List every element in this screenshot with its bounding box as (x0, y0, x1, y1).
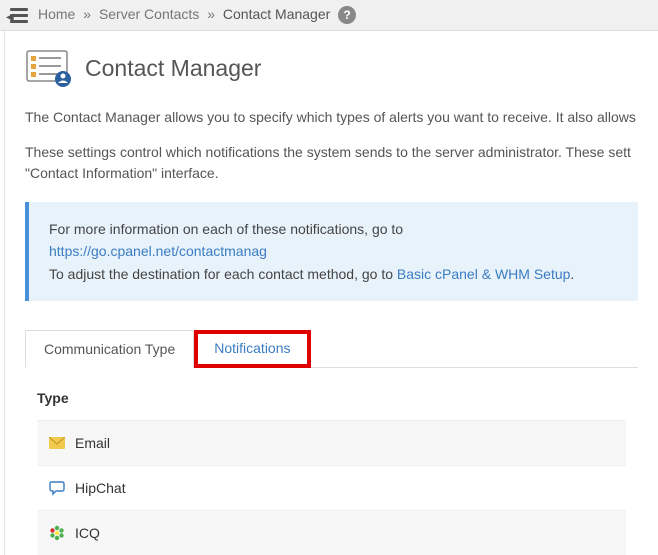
row-label: ICQ (75, 525, 100, 541)
help-icon[interactable]: ? (338, 6, 356, 24)
tab-communication-type[interactable]: Communication Type (25, 330, 194, 368)
page-header: Contact Manager (25, 49, 638, 87)
info-line-2: To adjust the destination for each conta… (49, 263, 618, 285)
communication-type-table: Type Email HipChat (25, 380, 638, 555)
breadcrumb-server-contacts[interactable]: Server Contacts (99, 6, 199, 22)
email-icon (49, 435, 65, 451)
description-text: "Contact Information" interface. (25, 165, 219, 181)
icq-icon (49, 525, 65, 541)
page-title: Contact Manager (85, 55, 261, 82)
table-header-type: Type (37, 380, 626, 420)
description-paragraph-1: The Contact Manager allows you to specif… (25, 107, 638, 128)
info-text: For more information on each of these no… (49, 221, 403, 237)
info-link-basic-setup[interactable]: Basic cPanel & WHM Setup (397, 266, 571, 282)
info-text: . (570, 266, 574, 282)
table-row[interactable]: HipChat (37, 465, 626, 510)
info-line-1: For more information on each of these no… (49, 218, 618, 263)
description-paragraph-2: These settings control which notificatio… (25, 142, 638, 184)
breadcrumb-separator: » (83, 6, 91, 22)
hipchat-icon (49, 480, 65, 496)
breadcrumb-separator: » (207, 6, 215, 22)
table-row[interactable]: ICQ (37, 510, 626, 555)
info-link-docs[interactable]: https://go.cpanel.net/contactmanag (49, 243, 267, 259)
description-text: These settings control which notificatio… (25, 144, 631, 160)
row-label: HipChat (75, 480, 126, 496)
table-row[interactable]: Email (37, 420, 626, 465)
hamburger-menu-icon[interactable]: ◀ (10, 8, 30, 23)
page-content: Contact Manager The Contact Manager allo… (4, 31, 658, 555)
tabs: Communication Type Notifications (25, 329, 638, 368)
breadcrumb-home[interactable]: Home (38, 6, 75, 22)
breadcrumb-current: Contact Manager (223, 6, 330, 22)
info-text: To adjust the destination for each conta… (49, 266, 397, 282)
breadcrumb: Home » Server Contacts » Contact Manager… (38, 6, 356, 24)
row-label: Email (75, 435, 110, 451)
contact-manager-icon (25, 49, 73, 87)
top-bar: ◀ Home » Server Contacts » Contact Manag… (0, 0, 658, 31)
tab-notifications[interactable]: Notifications (194, 330, 310, 368)
info-callout: For more information on each of these no… (25, 202, 638, 301)
